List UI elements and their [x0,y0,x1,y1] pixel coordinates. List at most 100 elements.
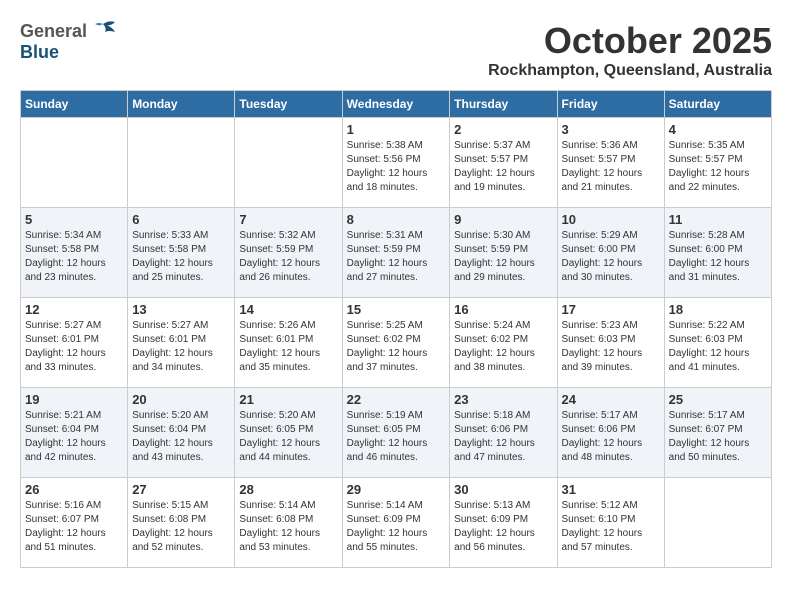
day-info: Sunrise: 5:13 AM Sunset: 6:09 PM Dayligh… [454,499,552,555]
day-cell [664,478,771,568]
day-number: 9 [454,212,552,227]
day-number: 31 [562,482,660,497]
month-title: October 2025 [488,20,772,62]
day-info: Sunrise: 5:17 AM Sunset: 6:07 PM Dayligh… [669,409,767,465]
logo-bird-icon [89,20,117,42]
day-number: 16 [454,302,552,317]
day-cell: 7 Sunrise: 5:32 AM Sunset: 5:59 PM Daylig… [235,208,342,298]
day-info: Sunrise: 5:37 AM Sunset: 5:57 PM Dayligh… [454,139,552,195]
day-info: Sunrise: 5:19 AM Sunset: 6:05 PM Dayligh… [347,409,446,465]
day-number: 11 [669,212,767,227]
day-info: Sunrise: 5:18 AM Sunset: 6:06 PM Dayligh… [454,409,552,465]
day-number: 27 [132,482,230,497]
day-number: 25 [669,392,767,407]
day-number: 4 [669,122,767,137]
day-info: Sunrise: 5:36 AM Sunset: 5:57 PM Dayligh… [562,139,660,195]
weekday-header-friday: Friday [557,91,664,118]
day-cell: 23 Sunrise: 5:18 AM Sunset: 6:06 PM Dayli… [450,388,557,478]
calendar-table: SundayMondayTuesdayWednesdayThursdayFrid… [20,90,772,568]
day-cell: 17 Sunrise: 5:23 AM Sunset: 6:03 PM Dayli… [557,298,664,388]
day-cell [21,118,128,208]
day-info: Sunrise: 5:32 AM Sunset: 5:59 PM Dayligh… [239,229,337,285]
page-header: General Blue October 2025 Rockhampton, Q… [20,20,772,80]
day-info: Sunrise: 5:14 AM Sunset: 6:09 PM Dayligh… [347,499,446,555]
day-number: 30 [454,482,552,497]
day-number: 15 [347,302,446,317]
weekday-header-saturday: Saturday [664,91,771,118]
week-row-1: 1 Sunrise: 5:38 AM Sunset: 5:56 PM Daylig… [21,118,772,208]
day-info: Sunrise: 5:22 AM Sunset: 6:03 PM Dayligh… [669,319,767,375]
day-cell: 25 Sunrise: 5:17 AM Sunset: 6:07 PM Dayli… [664,388,771,478]
day-number: 14 [239,302,337,317]
day-cell: 30 Sunrise: 5:13 AM Sunset: 6:09 PM Dayli… [450,478,557,568]
day-cell: 10Sunrise: 5:29 AM Sunset: 6:00 PM Dayli… [557,208,664,298]
day-info: Sunrise: 5:17 AM Sunset: 6:06 PM Dayligh… [562,409,660,465]
day-info: Sunrise: 5:34 AM Sunset: 5:58 PM Dayligh… [25,229,123,285]
day-info: Sunrise: 5:12 AM Sunset: 6:10 PM Dayligh… [562,499,660,555]
day-cell: 4 Sunrise: 5:35 AM Sunset: 5:57 PM Daylig… [664,118,771,208]
day-number: 3 [562,122,660,137]
day-cell: 6 Sunrise: 5:33 AM Sunset: 5:58 PM Daylig… [128,208,235,298]
weekday-header-thursday: Thursday [450,91,557,118]
day-number: 28 [239,482,337,497]
day-cell: 13 Sunrise: 5:27 AM Sunset: 6:01 PM Dayli… [128,298,235,388]
day-cell: 24 Sunrise: 5:17 AM Sunset: 6:06 PM Dayli… [557,388,664,478]
day-info: Sunrise: 5:26 AM Sunset: 6:01 PM Dayligh… [239,319,337,375]
day-number: 1 [347,122,446,137]
week-row-4: 19Sunrise: 5:21 AM Sunset: 6:04 PM Dayli… [21,388,772,478]
day-number: 17 [562,302,660,317]
day-number: 2 [454,122,552,137]
day-cell: 21 Sunrise: 5:20 AM Sunset: 6:05 PM Dayli… [235,388,342,478]
day-number: 7 [239,212,337,227]
title-section: October 2025 Rockhampton, Queensland, Au… [488,20,772,80]
day-info: Sunrise: 5:28 AM Sunset: 6:00 PM Dayligh… [669,229,767,285]
day-cell: 22Sunrise: 5:19 AM Sunset: 6:05 PM Dayli… [342,388,450,478]
logo-blue-text: Blue [20,42,59,62]
day-cell: 19Sunrise: 5:21 AM Sunset: 6:04 PM Dayli… [21,388,128,478]
day-info: Sunrise: 5:30 AM Sunset: 5:59 PM Dayligh… [454,229,552,285]
day-info: Sunrise: 5:23 AM Sunset: 6:03 PM Dayligh… [562,319,660,375]
day-number: 29 [347,482,446,497]
day-number: 23 [454,392,552,407]
location: Rockhampton, Queensland, Australia [488,62,772,80]
day-cell [235,118,342,208]
day-cell: 31 Sunrise: 5:12 AM Sunset: 6:10 PM Dayli… [557,478,664,568]
day-cell: 26Sunrise: 5:16 AM Sunset: 6:07 PM Dayli… [21,478,128,568]
day-info: Sunrise: 5:29 AM Sunset: 6:00 PM Dayligh… [562,229,660,285]
weekday-header-wednesday: Wednesday [342,91,450,118]
day-cell: 9 Sunrise: 5:30 AM Sunset: 5:59 PM Daylig… [450,208,557,298]
day-number: 6 [132,212,230,227]
day-info: Sunrise: 5:21 AM Sunset: 6:04 PM Dayligh… [25,409,123,465]
day-info: Sunrise: 5:35 AM Sunset: 5:57 PM Dayligh… [669,139,767,195]
day-cell: 18 Sunrise: 5:22 AM Sunset: 6:03 PM Dayli… [664,298,771,388]
day-info: Sunrise: 5:33 AM Sunset: 5:58 PM Dayligh… [132,229,230,285]
day-number: 8 [347,212,446,227]
day-info: Sunrise: 5:24 AM Sunset: 6:02 PM Dayligh… [454,319,552,375]
day-number: 13 [132,302,230,317]
day-info: Sunrise: 5:38 AM Sunset: 5:56 PM Dayligh… [347,139,446,195]
day-info: Sunrise: 5:31 AM Sunset: 5:59 PM Dayligh… [347,229,446,285]
day-info: Sunrise: 5:27 AM Sunset: 6:01 PM Dayligh… [132,319,230,375]
weekday-header-sunday: Sunday [21,91,128,118]
day-info: Sunrise: 5:27 AM Sunset: 6:01 PM Dayligh… [25,319,123,375]
day-cell: 29 Sunrise: 5:14 AM Sunset: 6:09 PM Dayli… [342,478,450,568]
day-number: 21 [239,392,337,407]
weekday-header-row: SundayMondayTuesdayWednesdayThursdayFrid… [21,91,772,118]
day-number: 18 [669,302,767,317]
weekday-header-monday: Monday [128,91,235,118]
day-cell: 2 Sunrise: 5:37 AM Sunset: 5:57 PM Daylig… [450,118,557,208]
day-number: 26 [25,482,123,497]
day-cell: 20Sunrise: 5:20 AM Sunset: 6:04 PM Dayli… [128,388,235,478]
day-cell: 14 Sunrise: 5:26 AM Sunset: 6:01 PM Dayli… [235,298,342,388]
weekday-header-tuesday: Tuesday [235,91,342,118]
day-info: Sunrise: 5:15 AM Sunset: 6:08 PM Dayligh… [132,499,230,555]
day-cell: 27 Sunrise: 5:15 AM Sunset: 6:08 PM Dayli… [128,478,235,568]
day-cell: 11 Sunrise: 5:28 AM Sunset: 6:00 PM Dayli… [664,208,771,298]
day-cell: 16 Sunrise: 5:24 AM Sunset: 6:02 PM Dayli… [450,298,557,388]
day-cell: 8 Sunrise: 5:31 AM Sunset: 5:59 PM Daylig… [342,208,450,298]
logo: General Blue [20,20,117,63]
day-number: 24 [562,392,660,407]
day-info: Sunrise: 5:20 AM Sunset: 6:05 PM Dayligh… [239,409,337,465]
day-info: Sunrise: 5:14 AM Sunset: 6:08 PM Dayligh… [239,499,337,555]
day-cell: 15Sunrise: 5:25 AM Sunset: 6:02 PM Dayli… [342,298,450,388]
